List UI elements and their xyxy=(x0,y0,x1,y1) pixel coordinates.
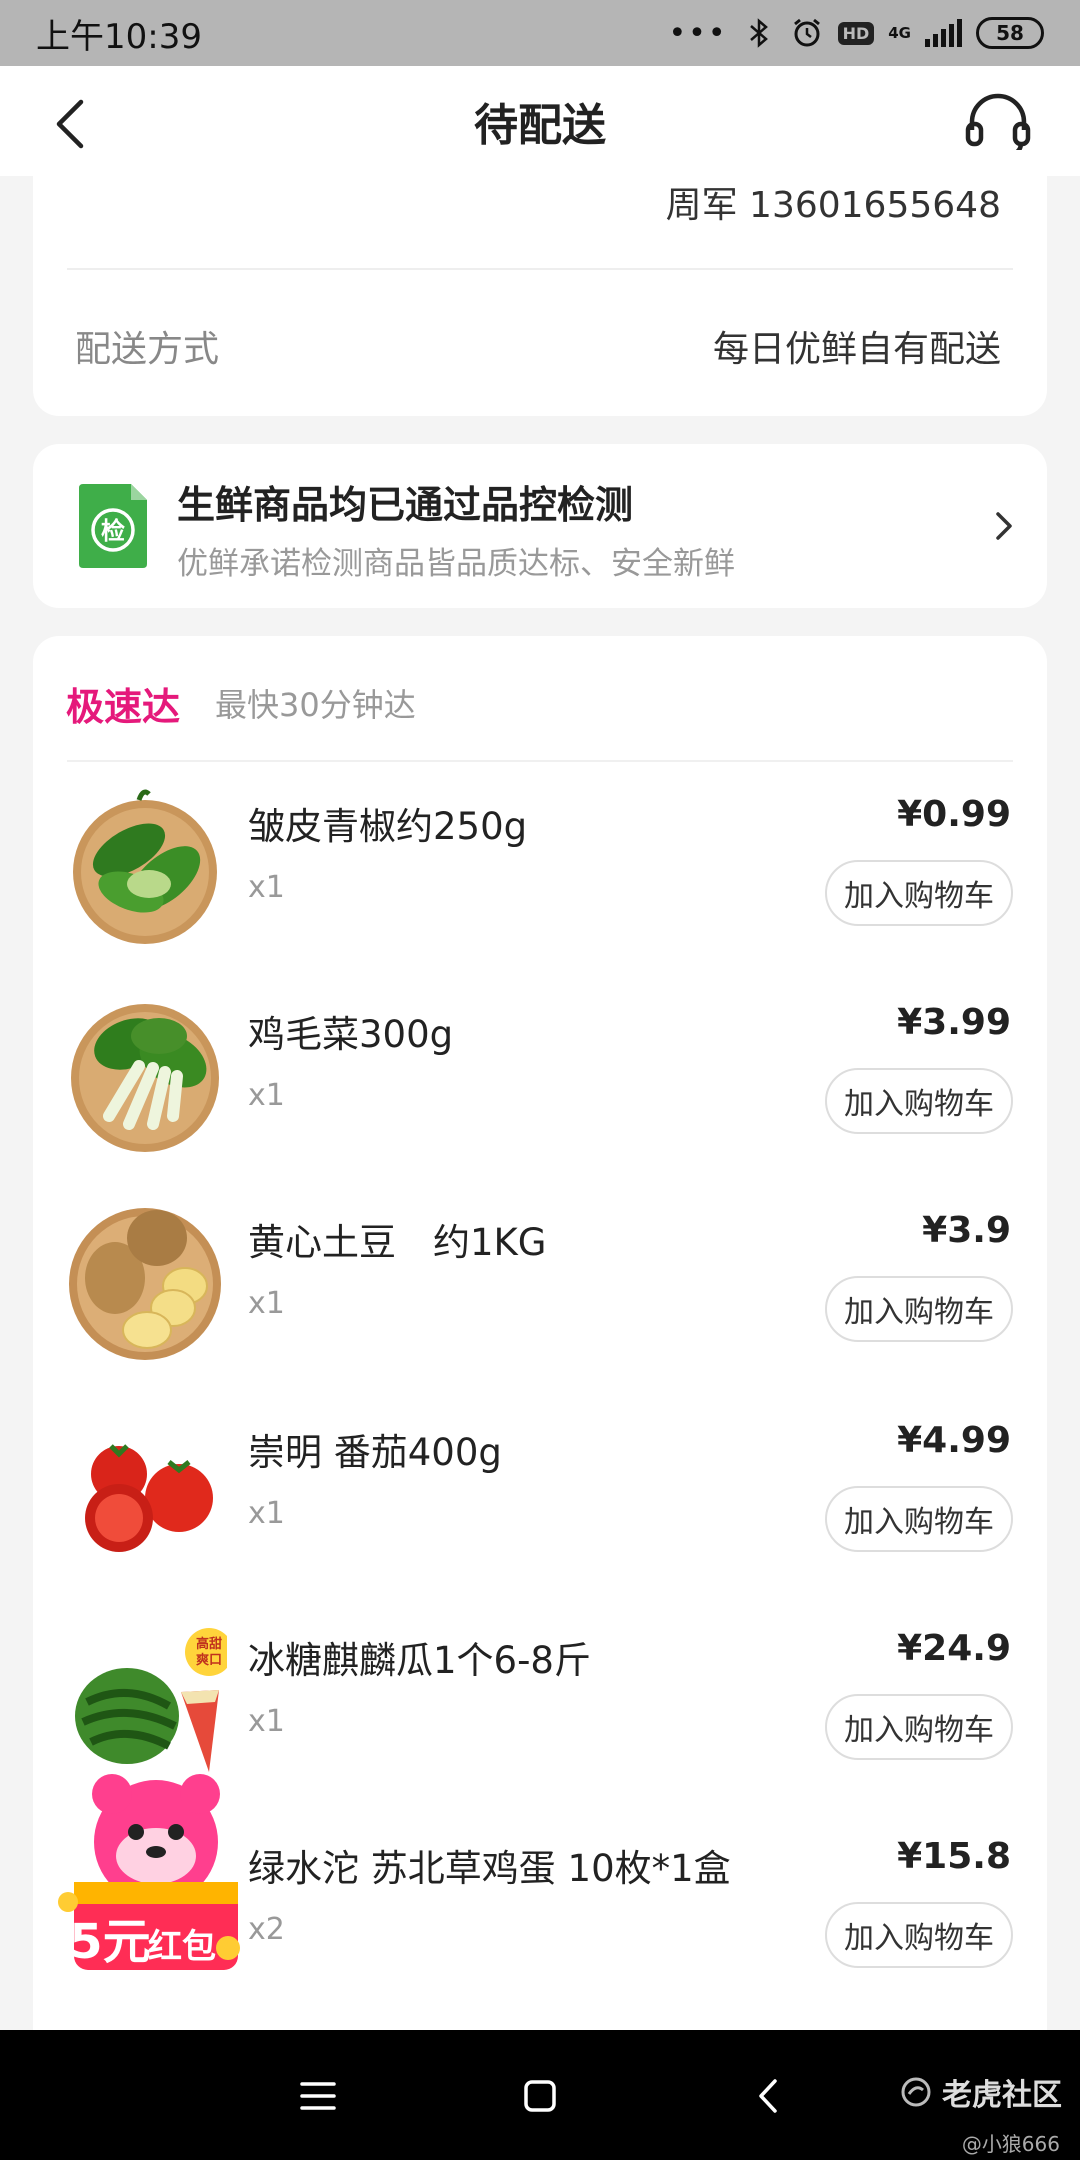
product-name: 皱皮青椒约250g xyxy=(248,805,528,848)
quality-check-card[interactable]: 检 生鲜商品均已通过品控检测 优鲜承诺检测商品皆品质达标、安全新鲜 xyxy=(33,444,1047,608)
menu-icon xyxy=(300,2082,336,2110)
product-quantity: x1 xyxy=(248,1286,285,1321)
address-card: 周军 13601655648 配送方式 每日优鲜自有配送 xyxy=(33,150,1047,416)
add-to-cart-button[interactable]: 加入购物车 xyxy=(825,1694,1013,1760)
product-price: ¥0.99 xyxy=(897,794,1011,835)
list-item: 黄心土豆 约1KG x1 ¥3.9 加入购物车 xyxy=(33,1182,1047,1382)
add-to-cart-button[interactable]: 加入购物车 xyxy=(825,860,1013,926)
divider xyxy=(67,268,1013,270)
network-label: 4G xyxy=(888,24,911,42)
page-title: 待配送 xyxy=(474,100,606,151)
status-icons: ••• HD 4G 58 xyxy=(668,16,1044,51)
product-price: ¥4.99 xyxy=(897,1420,1011,1461)
red-packet-label: 红包 xyxy=(148,1927,216,1967)
alarm-icon xyxy=(790,16,824,50)
red-packet-amount: 5元 xyxy=(69,1914,150,1970)
address-contact: 周军 13601655648 xyxy=(665,185,1001,226)
svg-text:爽口: 爽口 xyxy=(196,1652,222,1668)
express-delivery-tag: 极速达 xyxy=(66,685,181,729)
quality-check-icon: 检 xyxy=(75,482,151,570)
quality-check-badge: 检 xyxy=(101,517,125,545)
system-back-button[interactable] xyxy=(738,2066,798,2126)
product-image-greens[interactable] xyxy=(69,996,227,1154)
list-item: 高甜 爽口 冰糖麒麟瓜1个6-8斤 x1 ¥24.9 加入购物车 xyxy=(33,1600,1047,1800)
product-name: 崇明 番茄400g xyxy=(248,1431,502,1474)
divider xyxy=(67,760,1013,762)
system-nav-bar: 老虎社区 @小狼666 xyxy=(0,2030,1080,2160)
product-image-green-pepper[interactable] xyxy=(69,788,227,946)
watermark: 老虎社区 xyxy=(900,2070,1062,2114)
product-price: ¥15.8 xyxy=(897,1836,1011,1877)
add-to-cart-button[interactable]: 加入购物车 xyxy=(825,1902,1013,1968)
product-image-tomato[interactable] xyxy=(69,1414,227,1572)
product-name: 黄心土豆 约1KG xyxy=(248,1221,547,1264)
product-quantity: x1 xyxy=(248,1704,285,1739)
product-image-watermelon[interactable]: 高甜 爽口 xyxy=(69,1622,233,1780)
quality-check-subtitle: 优鲜承诺检测商品皆品质达标、安全新鲜 xyxy=(177,546,735,582)
product-image-potato[interactable] xyxy=(69,1204,227,1362)
product-quantity: x1 xyxy=(248,870,285,905)
list-item: 皱皮青椒约250g x1 ¥0.99 加入购物车 xyxy=(33,766,1047,966)
product-price: ¥24.9 xyxy=(897,1628,1011,1669)
add-to-cart-button[interactable]: 加入购物车 xyxy=(825,1486,1013,1552)
home-button[interactable] xyxy=(510,2066,570,2126)
battery-icon: 58 xyxy=(976,17,1044,49)
status-bar: 上午10:39 ••• HD 4G 58 xyxy=(0,0,1080,66)
product-name: 鸡毛菜300g xyxy=(248,1013,454,1056)
watermark-brand: 老虎社区 xyxy=(942,2078,1062,2113)
more-notifications-icon: ••• xyxy=(668,15,728,51)
add-to-cart-button[interactable]: 加入购物车 xyxy=(825,1276,1013,1342)
delivery-method-value: 每日优鲜自有配送 xyxy=(712,329,1001,370)
hd-icon: HD xyxy=(837,21,875,45)
express-delivery-note: 最快30分钟达 xyxy=(215,686,416,724)
signal-icon xyxy=(925,19,962,47)
tiger-logo-icon xyxy=(901,2077,931,2107)
chevron-left-icon xyxy=(56,99,84,149)
watermark-user: @小狼666 xyxy=(961,2132,1060,2156)
red-packet-float-button[interactable]: 5元 红包 xyxy=(52,1772,262,1982)
quality-check-title: 生鲜商品均已通过品控检测 xyxy=(177,483,634,527)
status-time: 上午10:39 xyxy=(36,16,202,57)
product-price: ¥3.9 xyxy=(922,1210,1011,1251)
list-item: 崇明 番茄400g x1 ¥4.99 加入购物车 xyxy=(33,1392,1047,1592)
delivery-method-label: 配送方式 xyxy=(75,329,220,370)
svg-text:高甜: 高甜 xyxy=(196,1636,222,1652)
product-quantity: x1 xyxy=(248,1078,285,1113)
home-square-icon xyxy=(524,2080,556,2112)
menu-button[interactable] xyxy=(288,2066,348,2126)
list-item: 鸡毛菜300g x1 ¥3.99 加入购物车 xyxy=(33,974,1047,1174)
product-name: 冰糖麒麟瓜1个6-8斤 xyxy=(248,1639,591,1682)
product-name: 绿水沱 苏北草鸡蛋 10枚*1盒 xyxy=(248,1847,731,1890)
back-button[interactable] xyxy=(40,94,100,154)
chevron-right-icon xyxy=(989,508,1019,544)
bluetooth-icon xyxy=(742,16,776,50)
product-quantity: x1 xyxy=(248,1496,285,1531)
back-arrow-icon xyxy=(759,2079,777,2113)
add-to-cart-button[interactable]: 加入购物车 xyxy=(825,1068,1013,1134)
product-price: ¥3.99 xyxy=(897,1002,1011,1043)
